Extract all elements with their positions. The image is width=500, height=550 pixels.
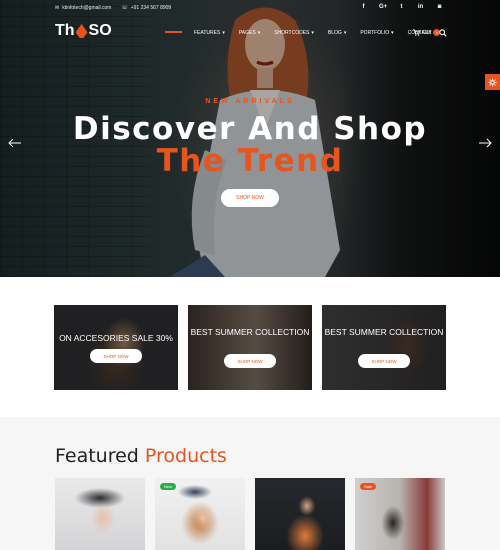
- caret-down-icon: ▾: [257, 30, 261, 36]
- twitter-icon[interactable]: t: [398, 4, 405, 10]
- featured-products-section: Featured Products New Sale: [0, 417, 500, 550]
- phone-contact[interactable]: ☏ +91 234 567 8909: [121, 5, 171, 11]
- top-bar: ✉ ktinfotech@gmail.com ☏ +91 234 567 890…: [0, 0, 500, 18]
- phone-text: +91 234 567 8909: [130, 5, 172, 11]
- caret-down-icon: ▾: [222, 30, 225, 36]
- product-card[interactable]: [55, 478, 145, 550]
- contact-info: ✉ ktinfotech@gmail.com ☏ +91 234 567 890…: [55, 5, 171, 11]
- instagram-icon[interactable]: ◙: [436, 4, 443, 10]
- slider-next-arrow-icon[interactable]: [478, 136, 492, 150]
- banner-shop-now-button[interactable]: SHOP NOW: [90, 349, 142, 363]
- hero-shop-now-button[interactable]: SHOP NOW: [221, 189, 279, 207]
- banner-title: BEST SUMMER COLLECTION: [190, 327, 310, 337]
- banner-shop-now-button[interactable]: SHOP NOW: [224, 354, 276, 368]
- search-icon[interactable]: [439, 29, 447, 37]
- banner-overlay: [322, 305, 446, 390]
- logo-mark-icon: [75, 24, 88, 38]
- slider-prev-arrow-icon[interactable]: [8, 136, 22, 150]
- banner-title: BEST SUMMER COLLECTION: [324, 327, 444, 337]
- phone-icon: ☏: [121, 5, 128, 11]
- gear-icon: [488, 77, 497, 87]
- logo-text-right: SO: [88, 22, 112, 39]
- menu-item-label: PAGES: [238, 30, 256, 36]
- featured-products-heading: Featured Products: [55, 445, 227, 467]
- menu-item-portfolio[interactable]: PORTFOLIO ▾: [360, 30, 393, 36]
- caret-down-icon: ▾: [343, 30, 347, 36]
- promo-banner-accessories[interactable]: ON ACCESORIES SALE 30% SHOP NOW: [54, 305, 178, 390]
- social-links: f G+ t in ◙: [360, 4, 443, 10]
- product-card[interactable]: New: [155, 478, 245, 550]
- site-logo[interactable]: Th SO: [55, 22, 112, 40]
- cart-button[interactable]: Cart 0: [413, 29, 441, 36]
- banner-overlay: [54, 305, 178, 390]
- promo-banner-summer-1[interactable]: BEST SUMMER COLLECTION SHOP NOW: [188, 305, 312, 390]
- new-badge: New: [160, 483, 177, 490]
- linkedin-icon[interactable]: in: [417, 4, 424, 10]
- logo-text-left: Th: [55, 22, 75, 39]
- heading-plain: Featured: [55, 445, 139, 467]
- menu-item-features[interactable]: FEATURES ▾: [194, 30, 225, 36]
- banner-title: ON ACCESORIES SALE 30%: [59, 333, 173, 343]
- menu-item-blog[interactable]: BLOG ▾: [328, 30, 346, 36]
- menu-item-pages[interactable]: PAGES ▾: [239, 30, 260, 36]
- menu-item-label: FEATURES: [194, 30, 221, 36]
- product-card[interactable]: Sale: [355, 478, 445, 550]
- email-contact[interactable]: ✉ ktinfotech@gmail.com: [55, 5, 111, 11]
- main-menu: FEATURES ▾ PAGES ▾ SHORTCODES ▾ BLOG ▾ PORTF…: [165, 30, 450, 36]
- cart-icon: [413, 29, 420, 36]
- hero-headline: Discover And Shop: [72, 111, 428, 147]
- settings-toggle[interactable]: [485, 74, 500, 90]
- menu-item-shortcodes[interactable]: SHORTCODES ▾: [274, 30, 314, 36]
- hero-headline-accent: The Trend: [156, 143, 344, 179]
- promo-banners: ON ACCESORIES SALE 30% SHOP NOW BEST SUM…: [0, 277, 500, 417]
- cart-label: Cart: [422, 29, 432, 36]
- menu-item-label: SHORTCODES: [274, 30, 310, 36]
- product-card[interactable]: [255, 478, 345, 550]
- mail-icon: ✉: [55, 5, 60, 11]
- google-plus-icon[interactable]: G+: [379, 4, 387, 10]
- caret-down-icon: ▾: [311, 30, 314, 36]
- caret-down-icon: ▾: [391, 30, 394, 36]
- hero-kicker: NEW ARRIVALS: [205, 98, 295, 105]
- banner-shop-now-button[interactable]: SHOP NOW: [358, 354, 410, 368]
- email-text: ktinfotech@gmail.com: [62, 5, 112, 11]
- menu-item-label: PORTFOLIO: [360, 30, 390, 36]
- menu-home-active[interactable]: [165, 31, 182, 33]
- sale-badge: Sale: [360, 483, 377, 490]
- menu-item-label: BLOG: [327, 30, 342, 36]
- facebook-icon[interactable]: f: [360, 4, 367, 10]
- banner-overlay: [188, 305, 312, 390]
- promo-banner-summer-2[interactable]: BEST SUMMER COLLECTION SHOP NOW: [322, 305, 446, 390]
- heading-accent: Products: [144, 445, 227, 467]
